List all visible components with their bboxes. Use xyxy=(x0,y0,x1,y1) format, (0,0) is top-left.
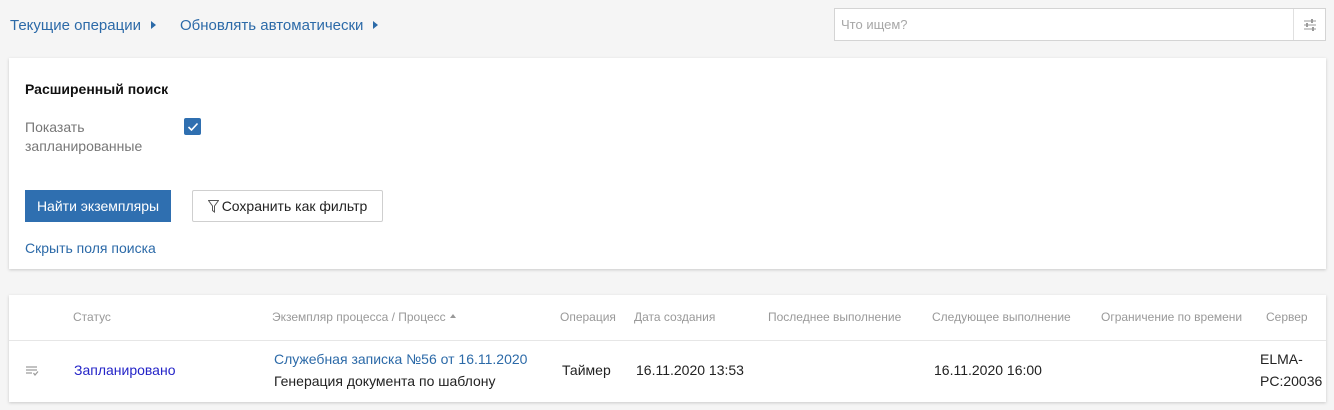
caret-right-icon xyxy=(150,21,156,30)
breadcrumb-auto-refresh[interactable]: Обновлять автоматически xyxy=(180,17,379,34)
breadcrumb-label: Текущие операции xyxy=(10,17,141,34)
show-scheduled-label: Показать запланированные xyxy=(25,119,143,154)
column-header-time-limit[interactable]: Ограничение по времени xyxy=(1101,310,1242,324)
filter-icon xyxy=(207,199,219,213)
search-box xyxy=(834,8,1326,41)
column-header-last-run[interactable]: Последнее выполнение xyxy=(768,310,901,324)
caret-right-icon xyxy=(373,21,379,30)
column-header-status[interactable]: Статус xyxy=(73,310,111,324)
row-instance-link[interactable]: Служебная записка №56 от 16.11.2020 xyxy=(274,351,527,367)
save-as-filter-label: Сохранить как фильтр xyxy=(221,198,368,214)
hide-search-fields-link[interactable]: Скрыть поля поиска xyxy=(25,240,156,256)
advanced-search-title: Расширенный поиск xyxy=(25,81,169,97)
row-next-run: 16.11.2020 16:00 xyxy=(934,362,1042,378)
breadcrumb-label: Обновлять автоматически xyxy=(180,17,364,34)
row-created-date: 16.11.2020 13:53 xyxy=(636,362,744,378)
column-header-process-instance[interactable]: Экземпляр процесса / Процесс xyxy=(272,310,456,324)
results-table: Статус Экземпляр процесса / Процесс Опер… xyxy=(9,295,1326,402)
search-input[interactable] xyxy=(835,9,1295,40)
sort-ascending-icon xyxy=(449,313,456,318)
row-operation: Таймер xyxy=(562,362,611,378)
row-menu-icon[interactable] xyxy=(25,364,39,380)
row-server-line1: ELMA- xyxy=(1260,351,1303,367)
column-header-created-date[interactable]: Дата создания xyxy=(634,310,715,324)
row-status-link[interactable]: Запланировано xyxy=(74,362,176,378)
search-settings-button[interactable] xyxy=(1293,9,1325,40)
header-divider xyxy=(9,340,1326,341)
column-header-server[interactable]: Сервер xyxy=(1266,310,1308,324)
column-header-operation[interactable]: Операция xyxy=(560,310,616,324)
sliders-icon xyxy=(1303,18,1316,31)
column-header-label: Экземпляр процесса / Процесс xyxy=(272,310,446,324)
checkmark-icon xyxy=(187,122,198,131)
top-toolbar: Текущие операции Обновлять автоматически xyxy=(0,0,1334,50)
advanced-search-panel: Расширенный поиск Показать запланированн… xyxy=(9,58,1326,269)
show-scheduled-checkbox[interactable] xyxy=(184,118,201,135)
find-instances-button[interactable]: Найти экземпляры xyxy=(25,190,171,222)
column-header-next-run[interactable]: Следующее выполнение xyxy=(932,310,1071,324)
save-as-filter-button[interactable]: Сохранить как фильтр xyxy=(192,190,383,222)
row-process-name: Генерация документа по шаблону xyxy=(274,373,496,389)
breadcrumb-current-operations[interactable]: Текущие операции xyxy=(10,17,156,34)
row-server-line2: PC:20036 xyxy=(1260,373,1323,389)
